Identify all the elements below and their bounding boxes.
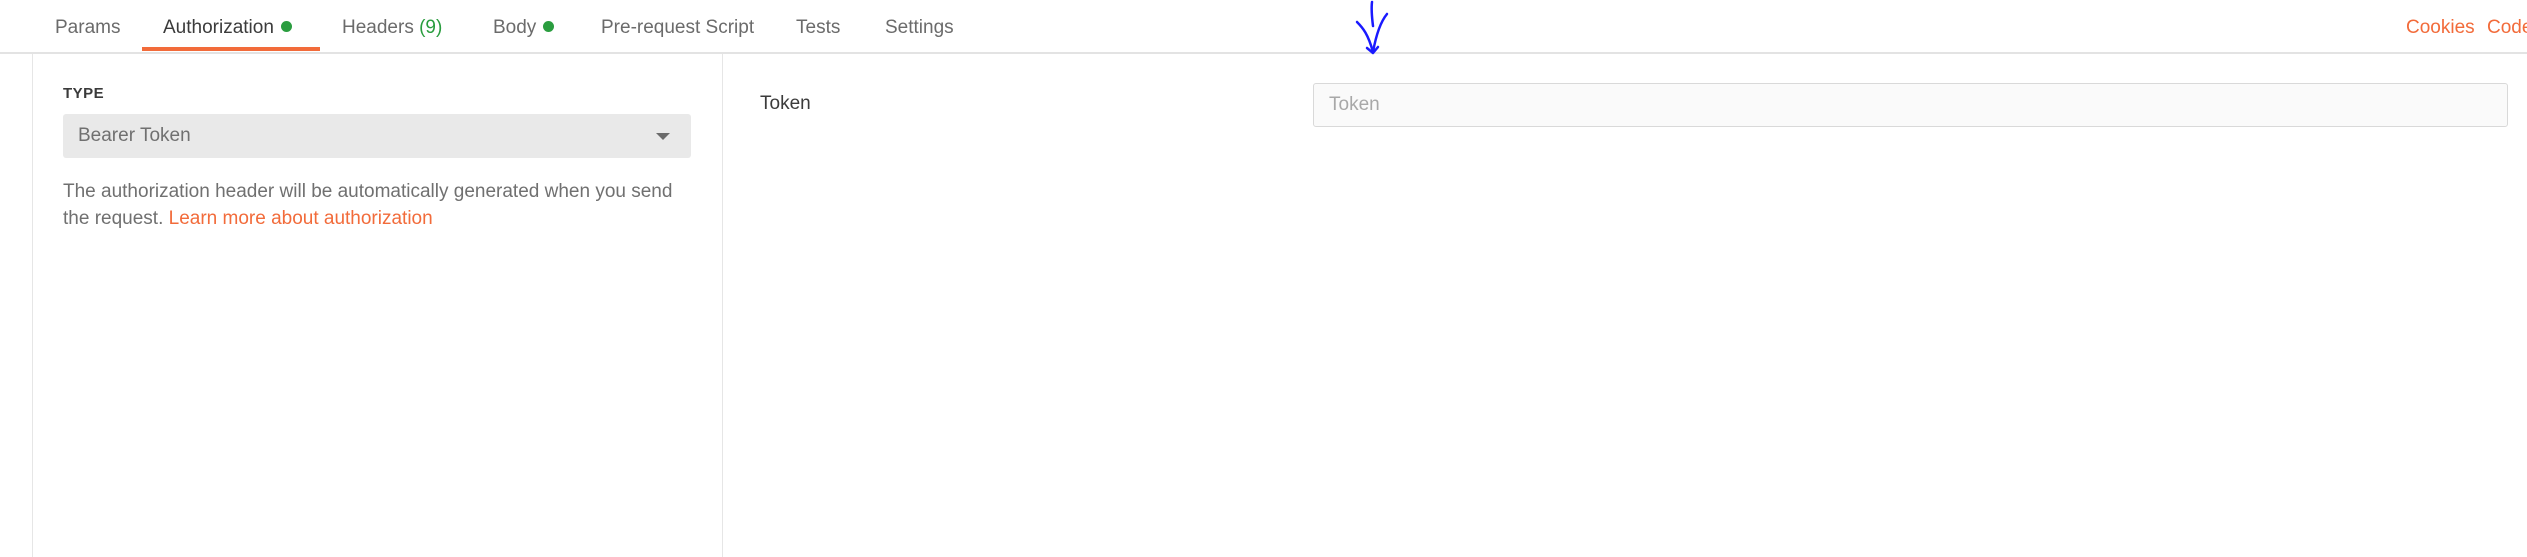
tab-params[interactable]: Params bbox=[55, 0, 120, 52]
caret-down-icon bbox=[656, 133, 670, 140]
tab-settings[interactable]: Settings bbox=[885, 0, 954, 52]
tab-settings-label: Settings bbox=[885, 17, 954, 38]
tab-headers[interactable]: Headers (9) bbox=[342, 0, 442, 52]
status-dot-icon bbox=[543, 21, 555, 33]
tab-headers-label: Headers bbox=[342, 17, 414, 38]
headers-count-badge: (9) bbox=[419, 17, 443, 38]
auth-type-select[interactable]: Bearer Token bbox=[63, 114, 691, 158]
auth-type-value: Bearer Token bbox=[78, 125, 191, 146]
tab-params-label: Params bbox=[55, 17, 121, 38]
tab-prerequest-label: Pre-request Script bbox=[601, 17, 755, 38]
token-label: Token bbox=[760, 93, 811, 114]
tab-tests[interactable]: Tests bbox=[796, 0, 840, 52]
annotation-arrow-icon bbox=[1355, 0, 1389, 55]
token-input[interactable] bbox=[1313, 83, 2508, 127]
tab-prerequest-script[interactable]: Pre-request Script bbox=[601, 0, 754, 52]
tab-authorization[interactable]: Authorization bbox=[163, 0, 292, 52]
code-link[interactable]: Code bbox=[2487, 0, 2527, 52]
request-tab-bar: Params Authorization Headers (9) Body Pr… bbox=[0, 0, 2527, 54]
tab-authorization-label: Authorization bbox=[163, 17, 274, 38]
auth-type-panel: TYPE Bearer Token The authorization head… bbox=[33, 54, 723, 557]
cookies-link[interactable]: Cookies bbox=[2406, 0, 2475, 52]
tab-tests-label: Tests bbox=[796, 17, 841, 38]
status-dot-icon bbox=[280, 21, 292, 33]
auth-help-text: The authorization header will be automat… bbox=[63, 178, 703, 232]
type-label: TYPE bbox=[63, 85, 105, 102]
tab-body-label: Body bbox=[493, 17, 537, 38]
active-tab-indicator bbox=[142, 47, 320, 51]
tab-body[interactable]: Body bbox=[493, 0, 555, 52]
learn-more-auth-link[interactable]: Learn more about authorization bbox=[169, 208, 433, 229]
